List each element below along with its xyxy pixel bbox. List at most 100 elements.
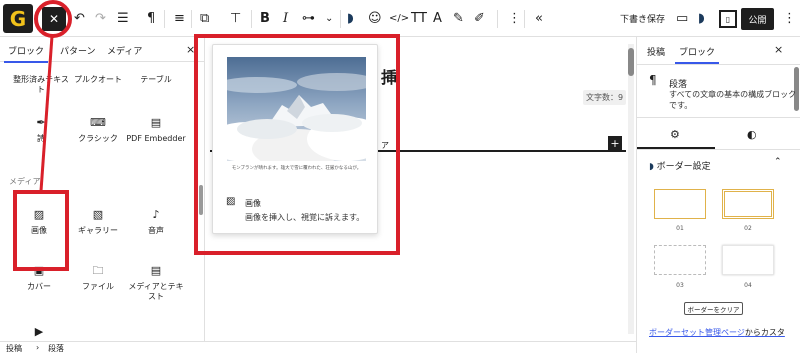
link-text[interactable]: ボーダーセット管理ページ xyxy=(649,328,745,337)
block-table[interactable]: テーブル xyxy=(125,75,187,85)
save-draft-button[interactable]: 下書き保存 xyxy=(620,12,665,25)
desktop-view-icon[interactable]: ▭ xyxy=(676,8,688,28)
border-option-02[interactable] xyxy=(722,189,774,219)
publish-button[interactable]: 公開 xyxy=(741,8,774,30)
bold-icon[interactable]: B xyxy=(260,8,270,28)
emoji-icon[interactable]: ☺ xyxy=(368,8,382,28)
block-media-text[interactable]: ▤ メディアとテキスト xyxy=(125,263,187,302)
block-verse[interactable]: ✒ 詩 xyxy=(10,115,72,144)
code-icon[interactable]: </> xyxy=(389,8,409,28)
divider xyxy=(637,117,800,118)
chevron-up-icon[interactable]: ⌃ xyxy=(774,157,782,167)
paragraph-icon: ¶ xyxy=(649,73,657,87)
block-label: 整形済みテキスト xyxy=(13,75,69,94)
breadcrumb-separator: › xyxy=(36,343,40,352)
divider xyxy=(637,64,800,65)
block-label: 音声 xyxy=(148,226,164,235)
border-option-04[interactable] xyxy=(722,245,774,275)
block-label: クラシック xyxy=(78,134,118,143)
block-video[interactable]: ▶ xyxy=(8,324,70,341)
breadcrumb-paragraph[interactable]: 段落 xyxy=(48,343,64,354)
redo-icon[interactable]: ↷ xyxy=(95,8,106,28)
list-view-icon[interactable]: ☰ xyxy=(117,8,129,28)
breadcrumb-post[interactable]: 投稿 xyxy=(6,343,22,354)
pen-icon[interactable]: ✐ xyxy=(474,8,485,28)
border-option-label: 01 xyxy=(676,225,684,232)
reusable-icon[interactable]: ⧉ xyxy=(200,8,209,28)
annotation-box-preview xyxy=(194,34,400,255)
border-option-label: 04 xyxy=(744,282,752,289)
wave-icon[interactable]: ◗ xyxy=(347,8,354,28)
divider xyxy=(340,10,341,28)
audio-icon: ♪ xyxy=(152,208,160,221)
block-label: ギャラリー xyxy=(78,226,118,235)
wave-icon: ◗ xyxy=(649,162,657,172)
block-pullquote[interactable]: プルクオート xyxy=(67,75,129,85)
sidebar-toggle-icon[interactable]: ▯ xyxy=(719,10,737,28)
block-label: テーブル xyxy=(140,75,172,84)
divider xyxy=(164,10,165,28)
theme-icon[interactable]: ◗ xyxy=(698,8,705,28)
italic-icon[interactable]: I xyxy=(283,8,288,28)
border-set-link[interactable]: ボーダーセット管理ページからカスタ xyxy=(649,327,785,338)
block-classic[interactable]: ⌨ クラシック xyxy=(67,115,129,144)
block-preformatted[interactable]: 整形済みテキスト xyxy=(10,75,72,95)
styles-contrast-icon[interactable]: ◐ xyxy=(747,128,757,141)
canvas-scrollbar[interactable] xyxy=(628,44,634,334)
text-size-icon[interactable]: 𝖳T xyxy=(411,8,427,28)
border-settings-title[interactable]: ◗ ボーダー設定 xyxy=(649,159,711,172)
settings-gear-icon[interactable]: ⚙ xyxy=(670,128,680,141)
undo-icon[interactable]: ↶ xyxy=(74,8,85,28)
close-sidebar-icon[interactable]: × xyxy=(774,43,783,56)
collapse-icon[interactable]: « xyxy=(535,8,543,28)
tab-media[interactable]: メディア xyxy=(107,44,142,57)
add-block-button[interactable]: + xyxy=(608,136,622,150)
close-inserter-button[interactable]: ✕ xyxy=(42,7,66,31)
media-text-icon: ▤ xyxy=(150,264,162,277)
divider xyxy=(524,10,525,28)
block-label: PDF Embedder xyxy=(126,134,186,143)
block-label: プルクオート xyxy=(74,75,122,84)
tab-block[interactable]: ブロック xyxy=(674,45,720,64)
video-icon: ▶ xyxy=(34,325,44,338)
border-option-label: 02 xyxy=(744,225,752,232)
block-label: 詩 xyxy=(37,134,45,143)
block-pdf-embedder[interactable]: ▤ PDF Embedder xyxy=(125,115,187,144)
paragraph-icon[interactable]: ¶ xyxy=(147,8,155,28)
block-audio[interactable]: ♪ 音声 xyxy=(125,207,187,236)
highlighter-icon[interactable]: ✎ xyxy=(453,8,464,28)
keyboard-icon: ⌨ xyxy=(90,116,106,129)
block-file[interactable]: 🗀 ファイル xyxy=(67,263,129,292)
pdf-icon: ▤ xyxy=(150,116,162,129)
settings-sidebar: 投稿 ブロック × ¶ 段落 すべての文章の基本の構成ブロックです。 ⚙ ◐ ◗… xyxy=(636,37,800,353)
divider xyxy=(637,149,800,150)
border-option-label: 03 xyxy=(676,282,684,289)
block-inserter-panel: ブロック パターン メディア × 整形済みテキスト プルクオート テーブル ✒ 詩… xyxy=(0,37,205,341)
clear-border-button[interactable]: ボーダーをクリア xyxy=(684,302,743,315)
site-logo[interactable]: G xyxy=(3,4,33,33)
link-icon[interactable]: ⊶ xyxy=(302,8,315,28)
block-label: メディアとテキスト xyxy=(128,282,184,301)
folder-icon: 🗀 xyxy=(92,264,104,277)
word-count-badge: 文字数：9 xyxy=(583,90,627,105)
border-option-01[interactable] xyxy=(654,189,706,219)
divider xyxy=(497,10,498,28)
tab-blocks[interactable]: ブロック xyxy=(3,44,49,63)
font-icon[interactable]: A xyxy=(433,8,442,28)
tab-post[interactable]: 投稿 xyxy=(647,45,665,58)
chevron-down-icon[interactable]: ⌄ xyxy=(325,8,333,28)
pen-icon: ✒ xyxy=(36,116,46,129)
block-gallery[interactable]: ▧ ギャラリー xyxy=(67,207,129,236)
more-options-icon[interactable]: ⋮ xyxy=(783,8,796,28)
block-description: すべての文章の基本の構成ブロックです。 xyxy=(669,90,797,110)
divider xyxy=(191,10,192,28)
border-option-03[interactable] xyxy=(654,245,706,275)
paint-icon[interactable]: ⊤ xyxy=(230,8,241,28)
align-icon[interactable]: ≡ xyxy=(174,8,185,28)
tab-patterns[interactable]: パターン xyxy=(60,44,96,57)
annotation-box-image-block xyxy=(13,190,69,271)
link-rest-text: からカスタ xyxy=(744,328,785,337)
more-icon[interactable]: ⋮ xyxy=(508,8,521,28)
top-toolbar: G ✕ ↶ ↷ ☰ ¶ ≡ ⧉ ⊤ B I ⊶ ⌄ ◗ ☺ </> 𝖳T A ✎… xyxy=(0,0,800,37)
gallery-icon: ▧ xyxy=(92,208,104,221)
